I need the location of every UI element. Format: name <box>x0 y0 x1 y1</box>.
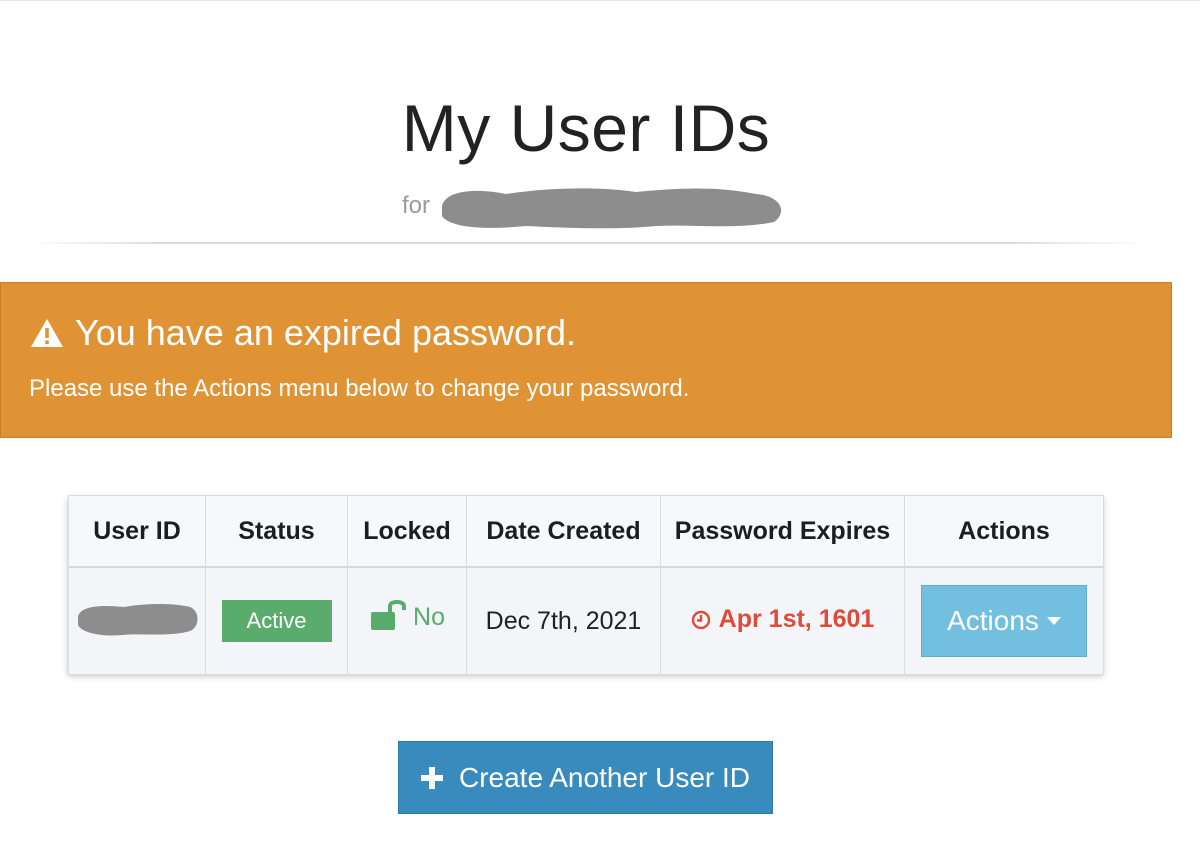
create-button-label: Create Another User ID <box>458 761 751 793</box>
locked-value: No <box>413 603 445 632</box>
actions-cell: Actions <box>904 566 1104 675</box>
password-expires-cell: Apr 1st, 1601 <box>660 566 905 675</box>
actions-button-label: Actions <box>947 605 1039 636</box>
column-header-password-expires: Password Expires <box>660 495 905 568</box>
table-row: Active No Dec 7th, 2021 Apr 1st, 1601 Ac… <box>68 566 1104 675</box>
redacted-user-id <box>78 603 198 636</box>
password-expires-value: Apr 1st, 1601 <box>718 605 875 634</box>
column-header-actions: Actions <box>904 495 1104 568</box>
status-cell: Active <box>205 566 348 675</box>
plus-icon <box>420 766 443 789</box>
column-header-date-created: Date Created <box>466 495 661 568</box>
user-ids-table-card: User ID Status Locked Date Created Passw… <box>68 495 1104 675</box>
alert-message: Please use the Actions menu below to cha… <box>29 375 690 402</box>
column-header-status: Status <box>205 495 348 568</box>
locked-cell: No <box>347 566 467 675</box>
expired-password-alert: You have an expired password. Please use… <box>0 282 1172 438</box>
clock-icon <box>691 610 710 629</box>
redacted-account-name <box>442 188 782 229</box>
user-id-cell <box>68 566 206 675</box>
date-created-cell: Dec 7th, 2021 <box>466 566 661 675</box>
warning-triangle-icon <box>31 319 63 347</box>
caret-down-icon <box>1046 617 1061 625</box>
top-border <box>0 0 1200 1</box>
status-badge: Active <box>221 600 332 642</box>
subtitle-prefix: for <box>402 192 431 219</box>
unlocked-icon <box>371 599 407 630</box>
alert-heading: You have an expired password. <box>29 311 576 355</box>
header-divider <box>24 242 1148 244</box>
table-header-row: User ID Status Locked Date Created Passw… <box>68 495 1104 568</box>
alert-heading-text: You have an expired password. <box>75 312 577 353</box>
create-another-user-id-button[interactable]: Create Another User ID <box>398 741 773 814</box>
user-ids-table: User ID Status Locked Date Created Passw… <box>68 495 1104 675</box>
column-header-user-id: User ID <box>68 495 206 568</box>
column-header-locked: Locked <box>347 495 467 568</box>
page-title: My User IDs <box>401 91 771 165</box>
actions-dropdown-button[interactable]: Actions <box>921 585 1087 657</box>
